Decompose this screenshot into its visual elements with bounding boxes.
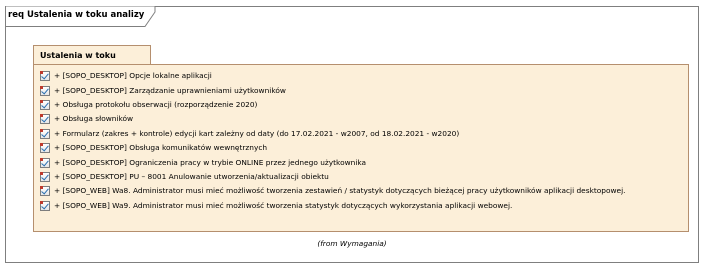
requirement-icon — [40, 200, 50, 211]
requirement-label: + [SOPO_WEB] Wa8. Administrator musi mie… — [54, 186, 626, 196]
requirement-icon — [40, 128, 50, 139]
requirement-icon — [40, 157, 50, 168]
requirement-item[interactable]: + Formularz (zakres + kontrole) edycji k… — [40, 127, 625, 141]
requirement-item[interactable]: + [SOPO_DESKTOP] PU – 8001 Anulowanie ut… — [40, 170, 625, 184]
from-note: (from Wymagania) — [317, 239, 387, 248]
requirement-label: + [SOPO_DESKTOP] Ograniczenia pracy w tr… — [54, 157, 367, 167]
requirement-icon — [40, 143, 50, 154]
requirement-label: + [SOPO_DESKTOP] Zarządzanie uprawnienia… — [54, 85, 286, 95]
requirement-icon — [40, 114, 50, 125]
requirement-label: + Obsługa protokołu obserwacji (rozporzą… — [54, 99, 258, 109]
requirement-label: + [SOPO_WEB] Wa9. Administrator musi mie… — [54, 200, 513, 210]
requirement-item[interactable]: + [SOPO_DESKTOP] Obsługa komunikatów wew… — [40, 141, 625, 155]
requirement-list: + [SOPO_DESKTOP] Opcje lokalne aplikacji… — [40, 69, 625, 213]
requirement-item[interactable]: + [SOPO_WEB] Wa8. Administrator musi mie… — [40, 184, 625, 198]
requirement-item[interactable]: + Obsługa słowników — [40, 112, 625, 126]
requirement-label: + Obsługa słowników — [54, 114, 134, 124]
requirement-item[interactable]: + [SOPO_DESKTOP] Opcje lokalne aplikacji — [40, 69, 625, 83]
requirement-label: + [SOPO_DESKTOP] PU – 8001 Anulowanie ut… — [54, 171, 329, 181]
requirement-label: + [SOPO_DESKTOP] Obsługa komunikatów wew… — [54, 143, 268, 153]
requirement-icon — [40, 171, 50, 182]
requirement-item[interactable]: + [SOPO_WEB] Wa9. Administrator musi mie… — [40, 199, 625, 213]
diagram-frame-tab: req Ustalenia w toku analizy — [5, 6, 156, 28]
requirement-icon — [40, 186, 50, 197]
requirement-icon — [40, 99, 50, 110]
requirement-icon — [40, 85, 50, 96]
requirement-item[interactable]: + Obsługa protokołu obserwacji (rozporzą… — [40, 98, 625, 112]
requirement-item[interactable]: + [SOPO_DESKTOP] Ograniczenia pracy w tr… — [40, 155, 625, 169]
requirement-label: + Formularz (zakres + kontrole) edycji k… — [54, 128, 460, 138]
diagram-title: req Ustalenia w toku analizy — [8, 10, 145, 20]
requirement-icon — [40, 71, 50, 82]
package-body[interactable]: + [SOPO_DESKTOP] Opcje lokalne aplikacji… — [33, 64, 689, 232]
requirement-item[interactable]: + [SOPO_DESKTOP] Zarządzanie uprawnienia… — [40, 83, 625, 97]
package-tab[interactable]: Ustalenia w toku analizy — [33, 45, 151, 80]
requirement-label: + [SOPO_DESKTOP] Opcje lokalne aplikacji — [54, 71, 212, 81]
